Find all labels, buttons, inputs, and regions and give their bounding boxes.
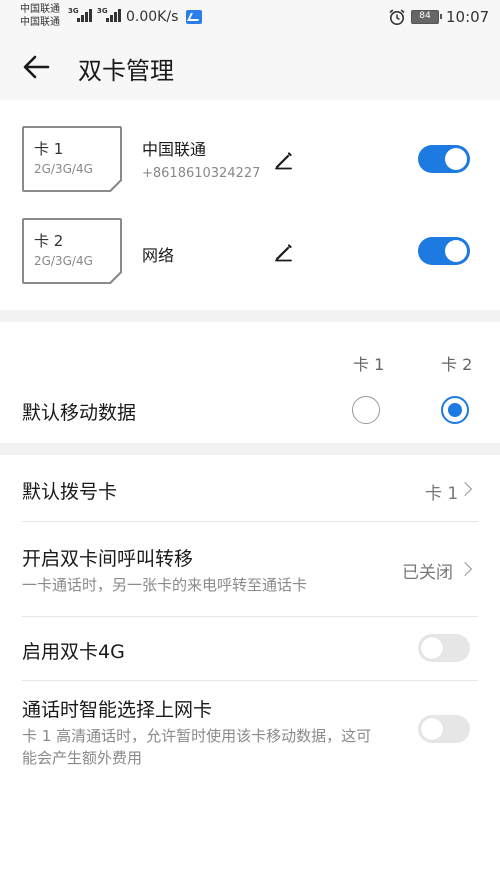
- sim-1-type: 2G/3G/4G: [34, 162, 93, 176]
- sim-1-carrier: 中国联通: [142, 140, 207, 159]
- back-arrow-icon[interactable]: [20, 50, 54, 84]
- smart-select-row: 通话时智能选择上网卡 卡 1 高清通话时，允许暂时使用该卡移动数据，这可能会产生…: [0, 681, 500, 781]
- default-dial-value: 卡 1: [425, 484, 459, 504]
- clock: 10:07: [446, 8, 490, 26]
- sim-1-name: 卡 1: [34, 140, 64, 158]
- sim-2-type: 2G/3G/4G: [34, 254, 93, 268]
- sim-2-carrier: 网络: [142, 246, 175, 265]
- carrier-names: 中国联通 中国联通: [20, 3, 60, 29]
- dual-4g-label: 启用双卡4G: [22, 641, 125, 663]
- smart-select-toggle-knob: [421, 718, 443, 740]
- default-data-sim1-radio[interactable]: [352, 396, 380, 424]
- call-forward-row[interactable]: 开启双卡间呼叫转移 一卡通话时，另一张卡的来电呼转至通话卡 已关闭: [0, 522, 500, 616]
- default-data-col-sim1: 卡 1: [353, 355, 385, 374]
- alarm-icon: [389, 9, 405, 25]
- default-dial-row[interactable]: 默认拨号卡 卡 1: [0, 455, 500, 521]
- call-forward-value: 已关闭: [402, 563, 453, 583]
- sim-1-toggle-knob: [445, 148, 467, 170]
- default-data-label: 默认移动数据: [22, 402, 137, 424]
- default-data-col-sim2: 卡 2: [441, 355, 473, 374]
- default-dial-label: 默认拨号卡: [22, 481, 118, 503]
- sim-2-name: 卡 2: [34, 232, 64, 250]
- call-forward-description: 一卡通话时，另一张卡的来电呼转至通话卡: [22, 576, 308, 594]
- smart-select-toggle[interactable]: [418, 715, 470, 743]
- network-speed: 0.00K/s: [126, 9, 179, 25]
- section-divider-band: [0, 310, 500, 322]
- signal-2-net-type: 3G: [97, 7, 108, 15]
- chevron-right-icon: [457, 481, 473, 497]
- sim-1-edit-pencil-icon[interactable]: [272, 148, 296, 172]
- section-divider-band: [0, 443, 500, 455]
- chevron-right-icon: [457, 561, 473, 577]
- smart-select-description: 卡 1 高清通话时，允许暂时使用该卡移动数据，这可能会产生额外费用: [22, 727, 372, 767]
- status-bar: 中国联通 中国联通 3G 3G 0.00K/s 84 10:07: [0, 0, 500, 34]
- sim-2-card-icon: 卡 2 2G/3G/4G: [22, 218, 122, 284]
- sim-1-number: +8618610324227: [142, 166, 261, 181]
- dual-4g-toggle-knob: [421, 637, 443, 659]
- dual-4g-row: 启用双卡4G: [0, 617, 500, 680]
- sim-1-toggle[interactable]: [418, 145, 470, 173]
- call-forward-label: 开启双卡间呼叫转移: [22, 548, 194, 570]
- sim-1-card-icon: 卡 1 2G/3G/4G: [22, 126, 122, 192]
- battery-icon: 84: [411, 10, 442, 24]
- signal-1-net-type: 3G: [68, 7, 79, 15]
- dual-4g-toggle[interactable]: [418, 634, 470, 662]
- sim-2-edit-pencil-icon[interactable]: [272, 240, 296, 264]
- default-data-sim2-radio[interactable]: [441, 396, 469, 424]
- sim-2-toggle-knob: [445, 240, 467, 262]
- carrier-2-label: 中国联通: [20, 17, 60, 28]
- smart-select-label: 通话时智能选择上网卡: [22, 699, 213, 721]
- sim-2-toggle[interactable]: [418, 237, 470, 265]
- page-title: 双卡管理: [78, 57, 174, 85]
- carrier-1-label: 中国联通: [20, 4, 60, 15]
- app-header: 双卡管理: [0, 34, 500, 100]
- notification-app-icon: [186, 10, 202, 24]
